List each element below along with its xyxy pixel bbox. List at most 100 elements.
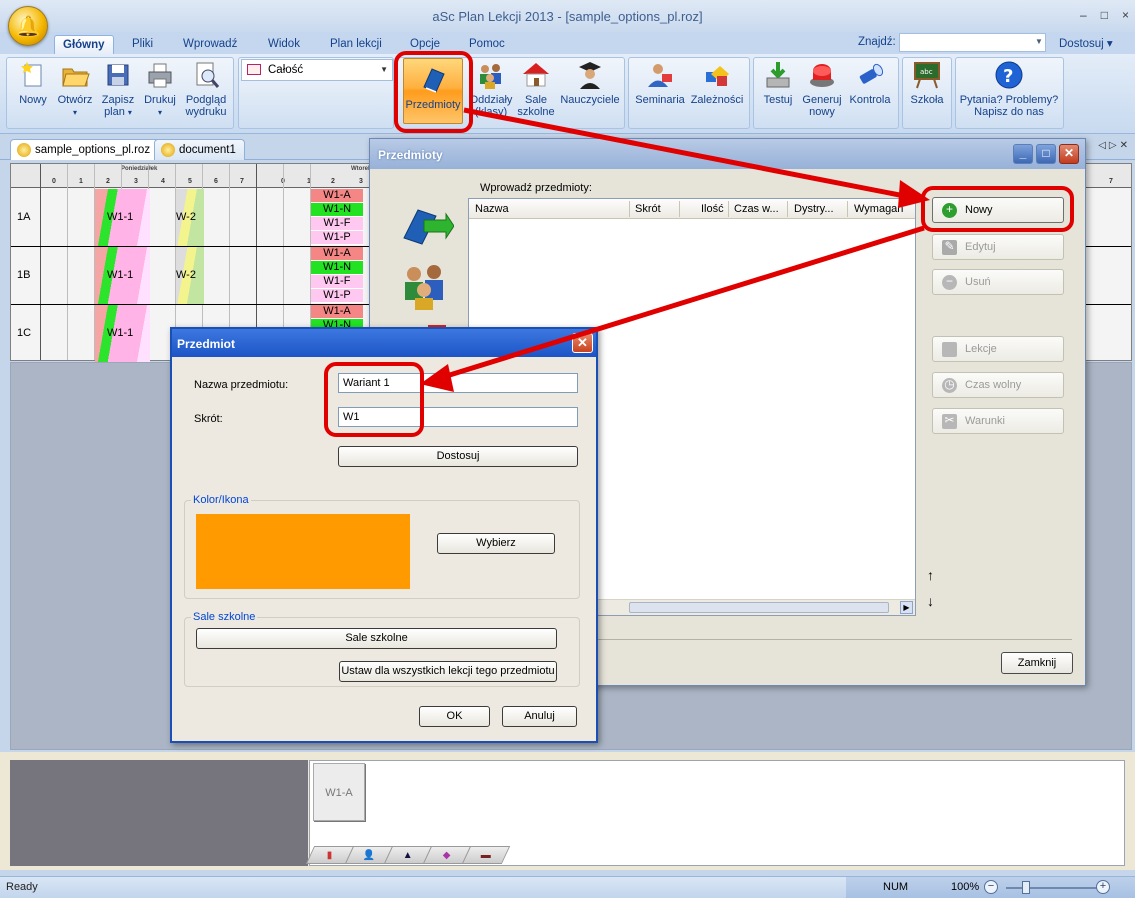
ribbon: Nowy Otwórz ▾ Zapisz plan ▾ Drukuj ▾ Podglą… — [0, 54, 1135, 134]
apply-to-all-lessons-button[interactable]: Ustaw dla wszystkich lekcji tego przedmi… — [339, 661, 557, 682]
highlight-subjects-button — [394, 51, 473, 133]
view-scope-select[interactable]: Całość ▼ — [241, 59, 393, 81]
close-button[interactable]: ✕ — [1059, 144, 1079, 164]
lesson-card[interactable]: W1-1 — [107, 268, 133, 282]
search-input[interactable] — [899, 33, 1046, 52]
ok-button[interactable]: OK — [419, 706, 490, 727]
maximize-button[interactable]: □ — [1036, 144, 1056, 164]
column-header[interactable]: Wymagan — [854, 203, 903, 215]
seminars-button[interactable]: Seminaria — [633, 60, 687, 106]
subject-color-swatch — [196, 514, 410, 589]
lesson-card[interactable]: W-2 — [176, 210, 196, 224]
lesson-card[interactable]: W1-N — [311, 203, 363, 217]
app-menu-bell-icon[interactable]: 🔔 — [8, 6, 48, 46]
cancel-button[interactable]: Anuluj — [502, 706, 577, 727]
print-button[interactable]: Drukuj ▾ — [141, 60, 179, 119]
close-icon[interactable]: ✕ — [572, 333, 593, 353]
svg-text:?: ? — [1003, 66, 1013, 87]
zoom-level: 100% — [951, 881, 980, 893]
help-contact-button[interactable]: ? Pytania? Problemy? Napisz do nas — [958, 60, 1060, 118]
tab-glowny[interactable]: Główny — [54, 35, 114, 54]
move-up-icon[interactable]: ↑ — [927, 567, 934, 583]
book-icon: ◆ — [443, 849, 451, 861]
printer-icon — [148, 63, 172, 88]
tab-plan-lekcji[interactable]: Plan lekcji — [322, 35, 390, 54]
lesson-card[interactable]: W1-A — [311, 305, 363, 319]
desk-icon: ▬ — [481, 849, 491, 861]
lesson-card[interactable]: W1-1 — [107, 210, 133, 224]
tab-widok[interactable]: Widok — [260, 35, 308, 54]
save-disk-icon — [107, 64, 129, 86]
zoom-out-button[interactable]: − — [984, 880, 998, 894]
lesson-card[interactable]: W1-1 — [107, 326, 133, 340]
status-bar: Ready NUM 100% − + — [0, 876, 1135, 898]
move-down-icon[interactable]: ↓ — [927, 593, 934, 609]
delete-subject-button[interactable]: − Usuń — [932, 269, 1064, 295]
search-dropdown-icon[interactable]: ▼ — [1035, 37, 1043, 46]
column-header[interactable]: Skrót — [635, 203, 661, 215]
test-button[interactable]: Testuj — [760, 60, 796, 106]
lesson-card[interactable]: W1-N — [311, 261, 363, 275]
lessons-button[interactable]: Lekcje — [932, 336, 1064, 362]
save-plan-button[interactable]: Zapisz plan ▾ — [99, 60, 137, 119]
open-button[interactable]: Otwórz ▾ — [55, 60, 95, 119]
lesson-card[interactable]: W1-A — [311, 247, 363, 261]
zoom-slider-thumb[interactable] — [1022, 881, 1030, 894]
column-header[interactable]: Czas w... — [734, 203, 779, 215]
panel-left-area — [10, 760, 308, 866]
title-bar: aSc Plan Lekcji 2013 - [sample_options_p… — [0, 0, 1135, 32]
day-header: Poniedziałek — [121, 166, 158, 172]
generate-new-button[interactable]: Generuj nowy — [799, 60, 845, 118]
customize-menu[interactable]: Dostosuj ▾ — [1059, 36, 1113, 50]
dependencies-button[interactable]: Zależności — [689, 60, 745, 106]
subjects-prompt: Wprowadź przedmioty: — [480, 182, 592, 194]
lesson-card[interactable]: W1-F — [311, 275, 363, 289]
lesson-card[interactable]: W1-P — [311, 289, 363, 303]
subjects-dialog-title: Przedmioty — [378, 148, 443, 162]
classrooms-button[interactable]: Sale szkolne — [516, 60, 556, 118]
print-preview-button[interactable]: Podgląd wydruku — [182, 60, 230, 118]
tab-wprowadz[interactable]: Wprowadź — [175, 35, 245, 54]
scroll-right-icon[interactable]: ▶ — [900, 601, 913, 614]
subject-dialog-titlebar: Przedmiot ✕ — [172, 329, 596, 357]
maximize-button[interactable]: □ — [1101, 8, 1108, 22]
close-button[interactable]: × — [1122, 8, 1129, 22]
minimize-button[interactable]: _ — [1013, 144, 1033, 164]
close-dialog-button[interactable]: Zamknij — [1001, 652, 1073, 674]
classes-people-icon — [480, 64, 501, 89]
highlight-new-button — [921, 186, 1074, 232]
open-folder-icon — [62, 68, 90, 87]
filter-tab-rooms[interactable]: ▬ — [461, 846, 511, 864]
customize-button[interactable]: Dostosuj — [338, 446, 578, 467]
column-header[interactable]: Dystry... — [794, 203, 834, 215]
column-header[interactable]: Nazwa — [475, 203, 509, 215]
doc-tab-sample[interactable]: sample_options_pl.roz × — [10, 139, 175, 160]
school-button[interactable]: abc Szkoła — [905, 60, 949, 106]
scrollbar-thumb[interactable] — [629, 602, 889, 613]
lesson-card[interactable]: W1-A — [311, 189, 363, 203]
lesson-card[interactable]: W1-P — [311, 231, 363, 245]
zoom-in-button[interactable]: + — [1096, 880, 1110, 894]
unplaced-lesson-card[interactable]: W1-A — [313, 763, 365, 821]
lesson-card[interactable]: W-2 — [176, 268, 196, 282]
doc-tab-document1[interactable]: document1 — [154, 139, 245, 160]
new-button[interactable]: Nowy — [14, 60, 52, 106]
column-header[interactable]: Ilość — [701, 203, 724, 215]
conditions-button[interactable]: ✂ Warunki — [932, 408, 1064, 434]
tab-nav-arrows[interactable]: ◁▷✕ — [1098, 140, 1131, 151]
free-time-button[interactable]: ◷ Czas wolny — [932, 372, 1064, 398]
edit-subject-button[interactable]: ✎ Edytuj — [932, 234, 1064, 260]
tab-pomoc[interactable]: Pomoc — [461, 35, 513, 54]
rooms-button[interactable]: Sale szkolne — [196, 628, 557, 649]
choose-color-button[interactable]: Wybierz — [437, 533, 555, 554]
window-controls: – □ × — [1080, 8, 1129, 22]
classes-button[interactable]: Oddziały (klasy) — [468, 60, 514, 118]
teachers-button[interactable]: Nauczyciele — [559, 60, 621, 106]
period-header: 3 — [359, 178, 363, 185]
tab-pliki[interactable]: Pliki — [124, 35, 161, 54]
control-button[interactable]: Kontrola — [847, 60, 893, 106]
lesson-card[interactable]: W1-F — [311, 217, 363, 231]
minimize-button[interactable]: – — [1080, 8, 1087, 22]
period-header: 1 — [79, 178, 83, 185]
zoom-slider[interactable] — [1006, 887, 1102, 889]
